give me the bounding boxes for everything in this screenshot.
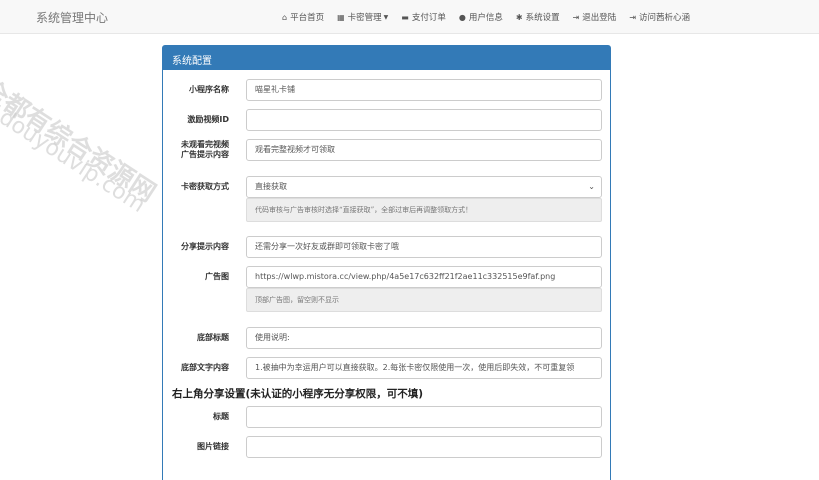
nav-menu: ⌂ 平台首页 ▦ 卡密管理 ▼ ▬ 支付订单 ● 用户信息 ✱ 系统设置 ⇥ 退… (282, 0, 703, 34)
card-icon: ▬ (401, 12, 409, 22)
share-settings-heading: 右上角分享设置(未认证的小程序无分享权限，可不填) (172, 388, 424, 400)
system-config-panel: 系统配置 小程序名称 喵星礼卡铺 激励视频ID 未观看完视频 广告提示内容 观看… (162, 45, 611, 480)
share-tip-label: 分享提示内容 (181, 242, 229, 251)
reward-video-id-input[interactable] (246, 109, 602, 131)
footer-text-label: 底部文字内容 (181, 363, 229, 372)
fetch-method-label: 卡密获取方式 (181, 182, 229, 191)
nav-item-label: 退出登陆 (582, 13, 617, 23)
nav-item-system-settings[interactable]: ✱ 系统设置 (515, 11, 560, 24)
app-name-input[interactable]: 喵星礼卡铺 (246, 79, 602, 101)
fetch-method-selected: 直接获取 (255, 182, 287, 191)
nav-item-home[interactable]: ⌂ 平台首页 (282, 11, 325, 24)
watermark-url: douyouvip.com (0, 105, 150, 218)
nav-item-payment-orders[interactable]: ▬ 支付订单 (401, 11, 446, 24)
ad-tip-label-line2: 广告提示内容 (181, 150, 229, 159)
app-name-label: 小程序名称 (189, 85, 229, 94)
grid-icon: ▦ (337, 12, 345, 22)
footer-text-input[interactable]: 1.被抽中为幸运用户可以直接获取。2.每张卡密仅限使用一次，使用后即失效，不可重… (246, 357, 602, 379)
share-image-label: 图片链接 (197, 442, 229, 451)
share-image-input[interactable] (246, 436, 602, 458)
nav-item-visit[interactable]: ⇥ 访问茜析心涵 (629, 11, 691, 24)
nav-item-logout[interactable]: ⇥ 退出登陆 (572, 11, 617, 24)
footer-title-label: 底部标题 (197, 333, 229, 342)
nav-item-card-management[interactable]: ▦ 卡密管理 ▼ (337, 11, 389, 24)
nav-item-label: 卡密管理 (347, 13, 382, 23)
logout-icon: ⇥ (572, 12, 580, 22)
ad-image-help: 顶部广告图，留空则不显示 (246, 288, 602, 312)
watermark-text: 全都有综合资源网 (0, 74, 162, 208)
ad-tip-input[interactable]: 观看完整视频才可领取 (246, 139, 602, 161)
nav-item-label: 系统设置 (525, 13, 560, 23)
nav-item-label: 平台首页 (290, 13, 325, 23)
home-icon: ⌂ (282, 12, 288, 22)
user-icon: ● (458, 12, 466, 22)
share-tip-input[interactable]: 还需分享一次好友或群即可领取卡密了哦 (246, 236, 602, 258)
ad-image-input[interactable]: https://wlwp.mistora.cc/view.php/4a5e17c… (246, 266, 602, 288)
ad-image-label: 广告图 (205, 272, 229, 281)
brand-title[interactable]: 系统管理中心 (36, 9, 108, 26)
nav-item-label: 用户信息 (468, 13, 503, 23)
gear-icon: ✱ (515, 12, 523, 22)
footer-title-input[interactable]: 使用说明: (246, 327, 602, 349)
share-title-input[interactable] (246, 406, 602, 428)
caret-down-icon: ▼ (383, 13, 389, 21)
external-link-icon: ⇥ (629, 12, 637, 22)
nav-item-label: 访问茜析心涵 (639, 13, 691, 23)
panel-title: 系统配置 (163, 46, 610, 70)
ad-tip-label-line1: 未观看完视频 (181, 140, 229, 149)
nav-item-label: 支付订单 (411, 13, 446, 23)
nav-item-user-info[interactable]: ● 用户信息 (458, 11, 503, 24)
top-navbar: 系统管理中心 ⌂ 平台首页 ▦ 卡密管理 ▼ ▬ 支付订单 ● 用户信息 ✱ 系… (0, 0, 819, 34)
fetch-method-help: 代码审核与广告审核时选择“直接获取”，全部过审后再调整领取方式！ (246, 198, 602, 222)
chevron-down-icon: ⌄ (588, 182, 595, 191)
fetch-method-select[interactable]: 直接获取 ⌄ (246, 176, 602, 198)
share-title-label: 标题 (213, 412, 229, 421)
reward-video-id-label: 激励视频ID (187, 115, 229, 124)
